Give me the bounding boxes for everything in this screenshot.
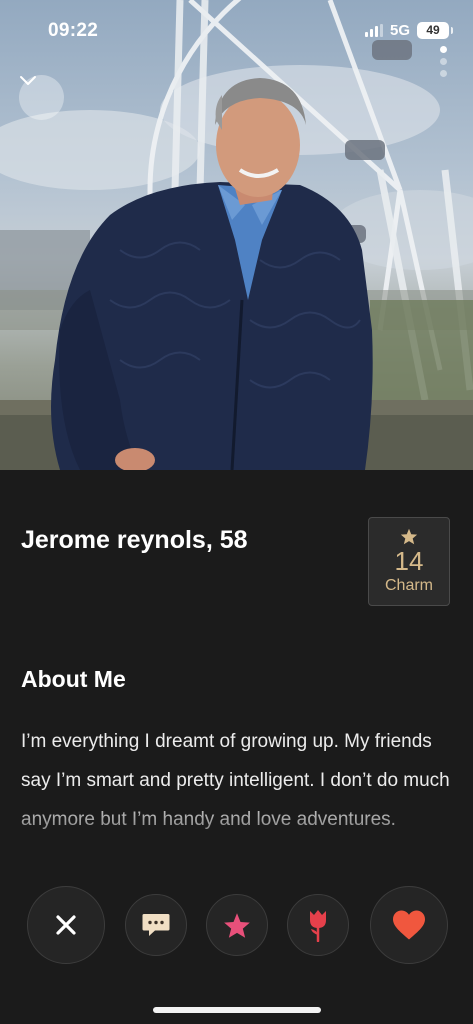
rose-button[interactable]: [287, 894, 349, 956]
signal-icon: [364, 24, 383, 37]
chat-bubble-icon: [142, 914, 170, 936]
star-icon: [400, 528, 418, 545]
status-time: 09:22: [48, 20, 99, 41]
charm-badge[interactable]: 14 Charm: [368, 517, 450, 606]
photo-page-indicator: [440, 46, 447, 77]
about-text: I’m everything I dreamt of growing up. M…: [21, 731, 450, 830]
pass-button[interactable]: [27, 886, 105, 964]
page-dot: [440, 70, 447, 77]
profile-photo[interactable]: 09:22 5G 49: [0, 0, 473, 470]
profile-photo-image: [0, 0, 473, 470]
star-icon: [224, 912, 250, 938]
charm-label: Charm: [384, 577, 433, 594]
profile-name-age: Jerome reynols, 58: [21, 526, 248, 554]
action-bar: [0, 886, 473, 966]
message-button[interactable]: [125, 894, 187, 956]
chevron-down-icon: [20, 76, 36, 85]
status-indicators: 5G 49: [364, 22, 453, 39]
close-icon: [56, 915, 76, 935]
heart-icon: [393, 910, 425, 940]
like-button[interactable]: [370, 886, 448, 964]
network-type: 5G: [389, 22, 410, 39]
rose-icon: [310, 910, 326, 942]
about-title: About Me: [21, 666, 126, 692]
charm-count: 14: [394, 546, 424, 576]
super-like-button[interactable]: [206, 894, 268, 956]
page-dot: [440, 58, 447, 65]
battery-icon: 49: [417, 22, 453, 39]
home-indicator[interactable]: [153, 1007, 321, 1013]
collapse-button[interactable]: [19, 75, 64, 120]
page-dot: [440, 46, 447, 53]
